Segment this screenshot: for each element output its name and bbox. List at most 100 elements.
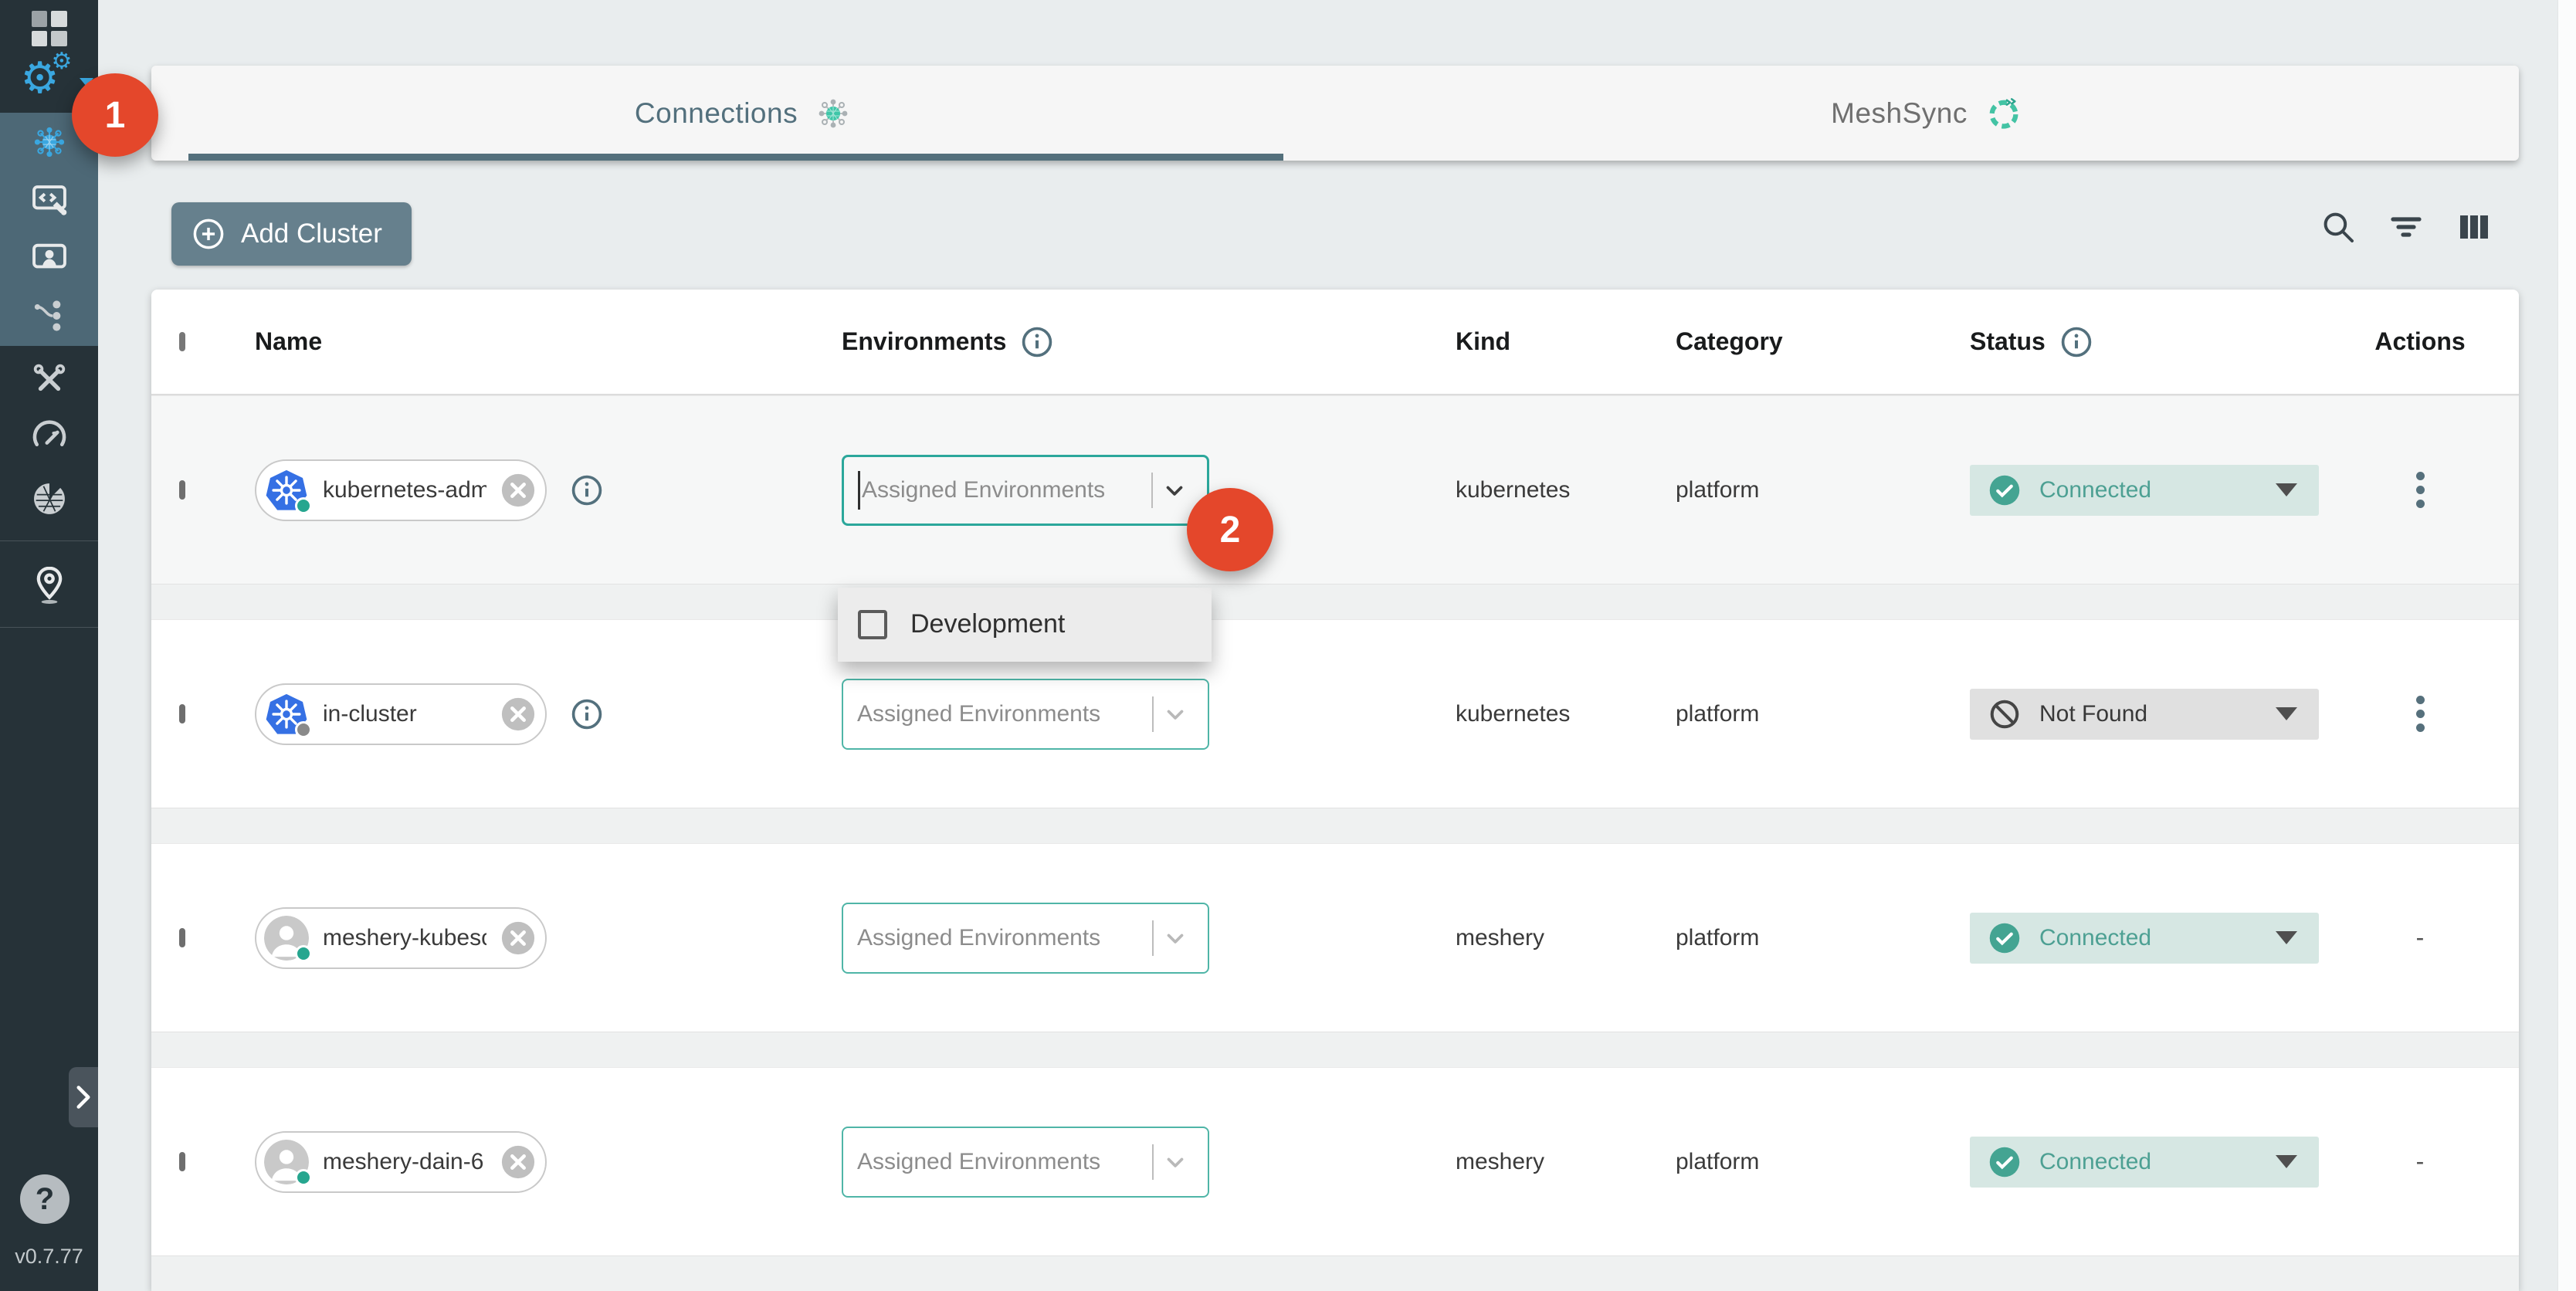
extensions-icon	[29, 479, 69, 519]
header-actions: Actions	[2374, 327, 2465, 356]
chevron-down-icon[interactable]	[1154, 925, 1197, 951]
sidebar-item-dashboard[interactable]	[0, 6, 98, 51]
environment-option-checkbox[interactable]	[858, 610, 887, 639]
status-chip-connected[interactable]: Connected	[1970, 1137, 2319, 1188]
chevron-right-icon	[72, 1082, 95, 1113]
chevron-down-icon[interactable]	[1154, 1149, 1197, 1175]
status-info-icon[interactable]	[2059, 325, 2093, 359]
connections-mesh-icon	[815, 95, 852, 132]
tab-meshsync[interactable]: MeshSync	[1335, 66, 2519, 161]
person-avatar-icon	[264, 916, 309, 961]
sidebar-divider	[0, 540, 98, 541]
tab-connections-label: Connections	[635, 97, 798, 130]
connection-name-chip[interactable]: in-cluster	[255, 683, 547, 745]
row-checkbox[interactable]	[179, 1152, 185, 1171]
header-category: Category	[1676, 327, 1783, 355]
status-label: Connected	[2039, 925, 2151, 951]
sidebar-item-catalog[interactable]	[0, 550, 98, 619]
table-header-row: Name Environments Kind Category Status	[151, 290, 2519, 395]
row-actions-menu-button[interactable]	[2412, 691, 2429, 737]
row-checkbox[interactable]	[179, 704, 185, 723]
sidebar-item-designs[interactable]	[0, 286, 98, 344]
connections-mesh-icon	[30, 123, 69, 161]
row-checkbox[interactable]	[179, 928, 185, 947]
status-label: Not Found	[2039, 701, 2147, 727]
chevron-down-icon[interactable]	[1154, 701, 1197, 727]
sidebar-expand-button[interactable]	[69, 1067, 98, 1127]
add-cluster-button[interactable]: Add Cluster	[171, 202, 412, 266]
header-kind: Kind	[1456, 327, 1510, 355]
kubernetes-logo-icon	[264, 692, 309, 737]
category-value: platform	[1676, 925, 1759, 950]
sidebar-item-performance[interactable]	[0, 408, 98, 466]
help-button[interactable]: ?	[20, 1174, 69, 1224]
select-all-checkbox[interactable]	[179, 332, 185, 351]
app-version: v0.7.77	[0, 1245, 98, 1269]
header-environments: Environments	[842, 327, 1006, 356]
block-icon	[1988, 698, 2021, 730]
kubernetes-logo-icon	[264, 468, 309, 513]
tab-meshsync-label: MeshSync	[1831, 97, 1968, 130]
connection-name-chip[interactable]: meshery-kubescop...	[255, 907, 547, 969]
connection-status-dot	[295, 1169, 312, 1186]
remove-connection-icon[interactable]	[500, 473, 536, 508]
remove-connection-icon[interactable]	[500, 696, 536, 732]
connection-name: kubernetes-admin...	[323, 477, 486, 503]
check-circle-icon	[1988, 474, 2021, 507]
status-chip-connected[interactable]: Connected	[1970, 465, 2319, 516]
environments-select[interactable]: Assigned Environments	[842, 455, 1209, 526]
status-chip-not-found[interactable]: Not Found	[1970, 689, 2319, 740]
table-tool-icons	[2320, 208, 2493, 246]
category-value: platform	[1676, 477, 1759, 503]
header-status: Status	[1970, 327, 2046, 356]
connection-name: meshery-dain-6	[323, 1149, 486, 1175]
status-caret-icon	[2276, 483, 2297, 496]
environments-placeholder: Assigned Environments	[857, 701, 1100, 727]
check-circle-icon	[1988, 922, 2021, 954]
view-columns-icon[interactable]	[2456, 208, 2493, 246]
sidebar-item-toolkit[interactable]	[0, 351, 98, 408]
table-row: kubernetes-admin... Assigned Environment…	[151, 395, 2519, 585]
row-checkbox[interactable]	[179, 480, 185, 500]
status-label: Connected	[2039, 1149, 2151, 1175]
status-label: Connected	[2039, 477, 2151, 503]
status-caret-icon	[2276, 931, 2297, 944]
connection-name-chip[interactable]: meshery-dain-6	[255, 1131, 547, 1193]
dashboard-icon	[32, 11, 67, 46]
annotation-step-1-number: 1	[105, 94, 126, 137]
connection-status-dot	[295, 721, 312, 738]
environments-select[interactable]: Assigned Environments	[842, 903, 1209, 974]
scrollbar-track[interactable]	[2557, 0, 2576, 1291]
sidebar-item-adapters[interactable]	[0, 171, 98, 229]
no-actions-placeholder: -	[2416, 923, 2425, 952]
row-actions-menu-button[interactable]	[2412, 467, 2429, 513]
environments-placeholder: Assigned Environments	[862, 477, 1105, 503]
table-row: meshery-dain-6 Assigned Environments mes…	[151, 1067, 2519, 1256]
table-toolbar: Add Cluster	[151, 185, 2519, 278]
connection-name-chip[interactable]: kubernetes-admin...	[255, 459, 547, 521]
adapters-icon	[29, 180, 69, 220]
chevron-down-icon[interactable]	[1153, 477, 1196, 503]
connection-status-dot	[295, 497, 312, 514]
remove-connection-icon[interactable]	[500, 1144, 536, 1180]
search-icon[interactable]	[2320, 208, 2357, 246]
sidebar-item-extensions[interactable]	[0, 468, 98, 530]
toolkit-wrenches-icon	[30, 361, 69, 399]
connections-table: Name Environments Kind Category Status	[151, 290, 2519, 1291]
connection-info-icon[interactable]	[570, 697, 604, 731]
environments-select[interactable]: Assigned Environments	[842, 1127, 1209, 1198]
add-cluster-label: Add Cluster	[241, 219, 382, 249]
sidebar-divider	[0, 627, 98, 628]
tab-connections[interactable]: Connections	[151, 66, 1335, 161]
status-chip-connected[interactable]: Connected	[1970, 913, 2319, 964]
filter-icon[interactable]	[2388, 208, 2425, 246]
annotation-step-2-badge: 2	[1187, 488, 1273, 571]
sidebar-item-workspaces[interactable]	[0, 229, 98, 286]
environment-option-label[interactable]: Development	[910, 609, 1065, 639]
remove-connection-icon[interactable]	[500, 920, 536, 956]
environments-info-icon[interactable]	[1020, 325, 1054, 359]
table-row: meshery-kubescop... Assigned Environment…	[151, 843, 2519, 1032]
lifecycle-gear-icon: ⚙ ⚙	[22, 58, 76, 107]
environments-select[interactable]: Assigned Environments	[842, 679, 1209, 750]
connection-info-icon[interactable]	[570, 473, 604, 507]
